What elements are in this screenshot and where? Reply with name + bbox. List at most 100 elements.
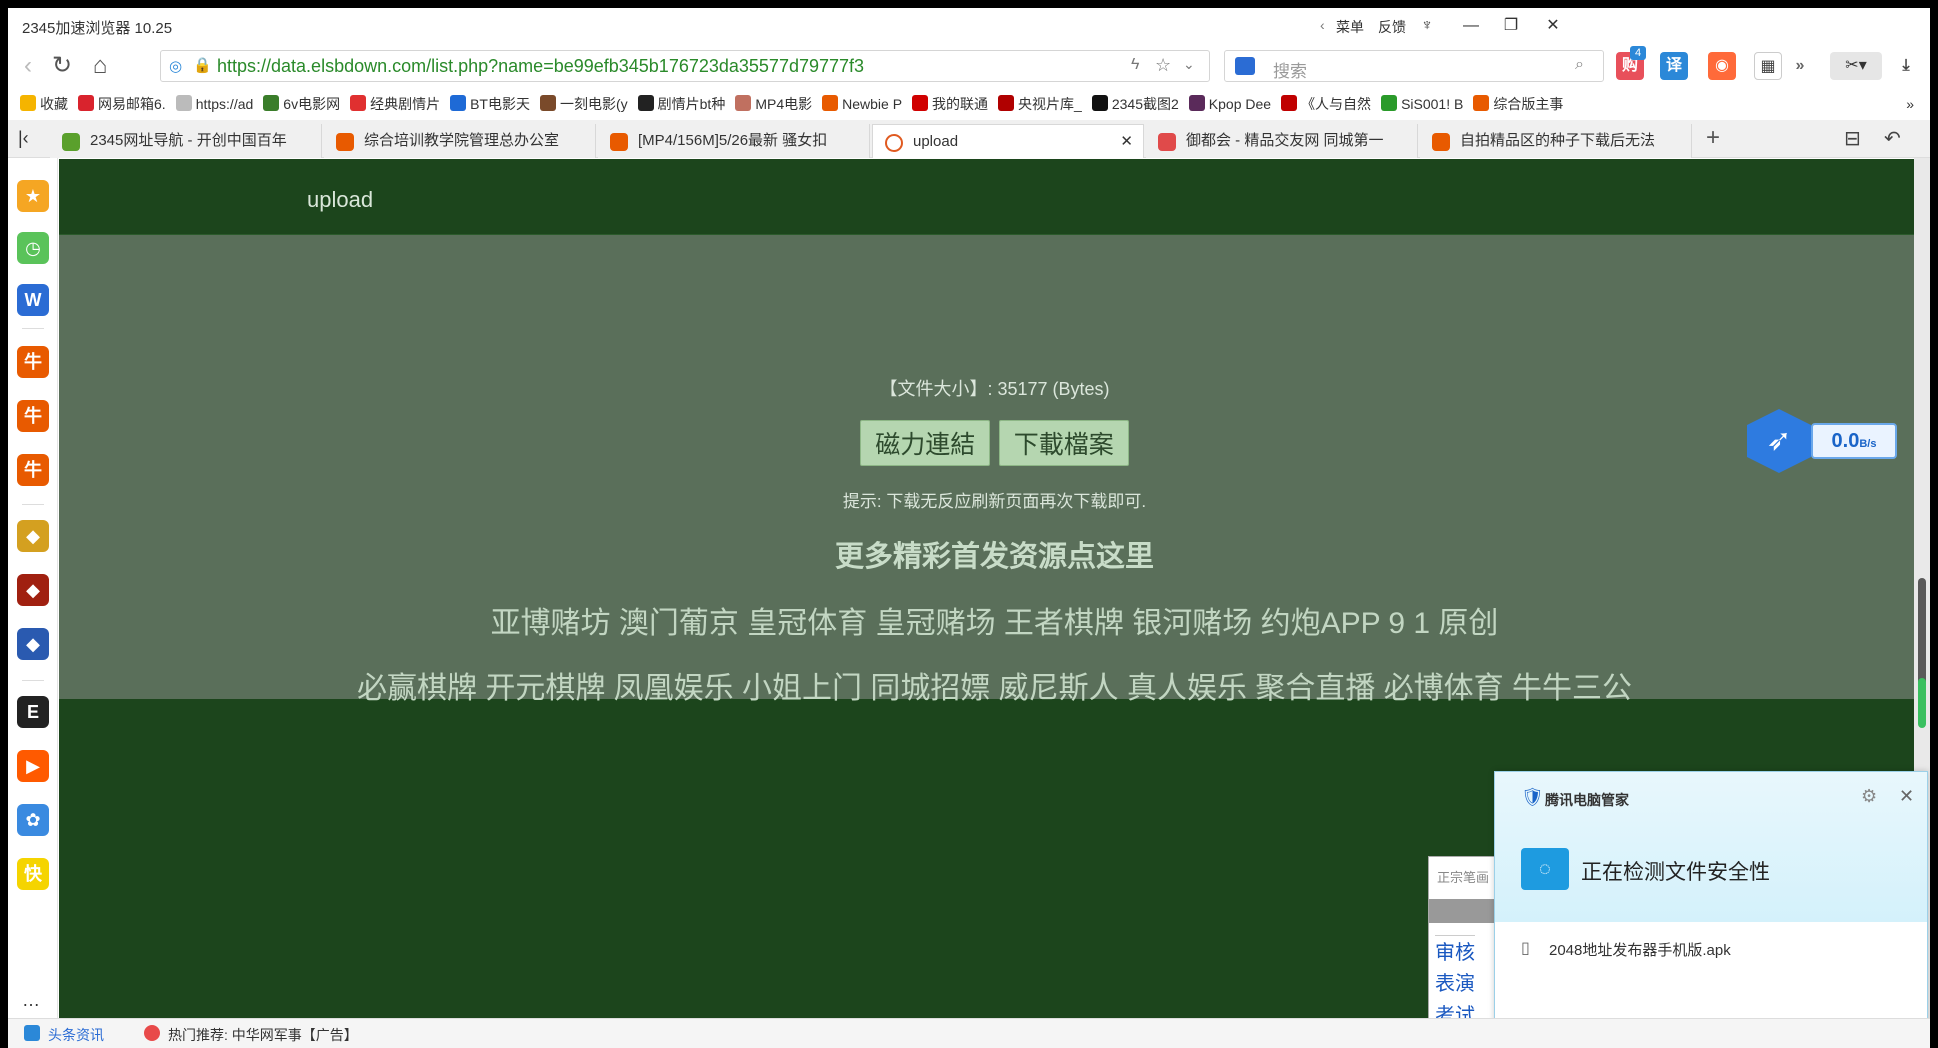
search-box[interactable]: 搜索 ⌕	[1224, 50, 1604, 82]
home-button[interactable]: ⌂	[84, 50, 116, 82]
game-icon[interactable]: ◆	[17, 628, 49, 660]
bookmark-4[interactable]: 经典剧情片	[350, 88, 440, 120]
newbie-icon	[1473, 95, 1490, 112]
hot-recommend-link[interactable]: 热门推荐: 中华网军事【广告】	[168, 1025, 358, 1045]
bookmark-label: 6v电影网	[283, 96, 341, 112]
game-icon[interactable]: ◆	[17, 520, 49, 552]
chevron-left-icon[interactable]: ‹	[1320, 17, 1325, 33]
search-icon[interactable]: ⌕	[1575, 56, 1584, 74]
skin-icon[interactable]: ♆	[1412, 14, 1442, 38]
reload-button[interactable]: ↻	[46, 50, 78, 82]
download-icon[interactable]: ⤓	[1892, 52, 1920, 80]
speed-widget[interactable]: 0.0B/s ➶	[1743, 403, 1903, 483]
bookmark-16[interactable]: 综合版主事	[1473, 88, 1563, 120]
unicom-icon	[912, 95, 929, 112]
news-link[interactable]: 头条资讯	[48, 1025, 104, 1045]
partial-row-2[interactable]: 表演	[1435, 967, 1475, 996]
feedback-button[interactable]: 反馈	[1378, 17, 1406, 37]
chevron-down-icon[interactable]: ⌄	[1183, 56, 1195, 73]
tab-close-icon[interactable]: ✕	[1120, 125, 1133, 158]
bookmarks-bar: 收藏 网易邮箱6. https://ad 6v电影网 经典剧情片 BT电影天 一刻电影(y 剧…	[8, 88, 1930, 120]
newbie-icon[interactable]: 牛	[17, 400, 49, 432]
scroll-indicator	[1918, 678, 1926, 728]
restore-button[interactable]: ❐	[1496, 14, 1526, 38]
tab-label: 自拍精品区的种子下载后无法	[1460, 132, 1656, 149]
sidebar-divider	[22, 680, 44, 681]
close-button[interactable]: ✕	[1538, 14, 1568, 38]
magnet-link-button[interactable]: 磁力連結	[860, 420, 991, 466]
download-file-button[interactable]: 下載檔案	[998, 420, 1129, 466]
screenshot-scissors-icon[interactable]: ✂▾	[1830, 52, 1882, 80]
kpop-icon	[1188, 95, 1205, 112]
bookmark-1[interactable]: 网易邮箱6.	[78, 88, 166, 120]
translate-icon[interactable]: 译	[1660, 52, 1688, 80]
ad-links-line-2[interactable]: 必赢棋牌 开元棋牌 凤凰娱乐 小姐上门 同城招嫖 威尼斯人 真人娱乐 聚合直播 …	[59, 663, 1930, 707]
apps-grid-icon[interactable]: ▦	[1754, 52, 1782, 80]
kuaishou-icon[interactable]: 快	[17, 858, 49, 890]
tab-4[interactable]: 御都会 - 精品交友网 同城第一	[1146, 124, 1418, 158]
tab-2[interactable]: [MP4/156M]5/26最新 骚女扣	[598, 124, 870, 158]
bookmark-14[interactable]: 《人与自然	[1281, 88, 1371, 120]
bookmarks-overflow-icon[interactable]: »	[1906, 88, 1914, 120]
bookmark-label: 一刻电影(y	[559, 96, 628, 112]
menu-button[interactable]: 菜单	[1336, 17, 1364, 37]
close-icon[interactable]: ✕	[1899, 786, 1914, 807]
more-chevron-icon[interactable]: »	[1786, 52, 1814, 80]
font-icon[interactable]: E	[17, 696, 49, 728]
back-button[interactable]: ‹	[12, 50, 44, 82]
tab-0[interactable]: 2345网址导航 - 开创中国百年	[50, 124, 322, 158]
baidu-netdisk-icon[interactable]: ✿	[17, 804, 49, 836]
search-engine-icon[interactable]	[1235, 57, 1255, 75]
settings-gear-icon[interactable]: ⚙	[1861, 786, 1877, 807]
video-app-icon[interactable]: ▶	[17, 750, 49, 782]
bookmark-2[interactable]: https://ad	[175, 88, 253, 120]
tab-5[interactable]: 自拍精品区的种子下载后无法	[1420, 124, 1692, 158]
file-size-text: 【文件大小】: 35177 (Bytes)	[879, 379, 1110, 399]
search-input[interactable]: 搜索	[1273, 57, 1307, 82]
site-title[interactable]: upload	[307, 187, 373, 213]
word-doc-icon[interactable]: W	[17, 284, 49, 316]
status-bar: 头条资讯 热门推荐: 中华网军事【广告】	[8, 1018, 1930, 1048]
page-icon	[175, 95, 192, 112]
lightning-icon[interactable]: ϟ	[1131, 56, 1139, 74]
game-controller-icon[interactable]: ◉	[1708, 52, 1736, 80]
bookmark-9[interactable]: Newbie P	[822, 88, 902, 120]
bookmark-11[interactable]: 央视片库_	[998, 88, 1082, 120]
undo-close-icon[interactable]: ↶	[1884, 126, 1901, 151]
bookmark-5[interactable]: BT电影天	[450, 88, 530, 120]
address-bar[interactable]: ◎ 🔒 https://data.elsbdown.com/list.php?n…	[160, 50, 1210, 82]
bookmark-label: 综合版主事	[1493, 96, 1564, 112]
bookmark-6[interactable]: 一刻电影(y	[539, 88, 628, 120]
sidebar-divider	[22, 504, 44, 505]
tab-3[interactable]: upload ✕	[872, 124, 1144, 158]
bookmark-15[interactable]: SiS001! B	[1381, 88, 1463, 120]
ad-links-line-1[interactable]: 亚博赌坊 澳门葡京 皇冠体育 皇冠赌场 王者棋牌 银河赌场 约炮APP 9 1 …	[59, 598, 1930, 642]
newbie-icon[interactable]: 牛	[17, 454, 49, 486]
game-icon[interactable]: ◆	[17, 574, 49, 606]
bookmark-0[interactable]: 收藏	[20, 88, 68, 120]
new-tab-button[interactable]: +	[1706, 124, 1720, 152]
tab-list-icon[interactable]: ⊟	[1844, 126, 1861, 151]
tab-1[interactable]: 综合培训教学院管理总办公室	[324, 124, 596, 158]
more-resources-link[interactable]: 更多精彩首发资源点这里	[59, 533, 1930, 575]
bookmark-13[interactable]: Kpop Dee	[1188, 88, 1271, 120]
minimize-button[interactable]: —	[1456, 14, 1486, 38]
tab-favicon-icon	[1432, 133, 1450, 151]
sidebar-divider	[22, 328, 44, 329]
sidebar-more-icon[interactable]: …	[22, 990, 40, 1011]
movie-icon	[263, 95, 280, 112]
favorites-icon[interactable]: ★	[17, 180, 49, 212]
bookmark-12[interactable]: 2345截图2	[1091, 88, 1179, 120]
bookmark-3[interactable]: 6v电影网	[263, 88, 340, 120]
cctv-icon	[998, 95, 1015, 112]
sidebar-toggle-icon[interactable]: |‹	[18, 128, 29, 149]
star-icon[interactable]: ☆	[1155, 55, 1171, 76]
bookmark-7[interactable]: 剧情片bt种	[637, 88, 725, 120]
url-text[interactable]: https://data.elsbdown.com/list.php?name=…	[217, 56, 864, 77]
bookmark-8[interactable]: MP4电影	[735, 88, 812, 120]
history-icon[interactable]: ◷	[17, 232, 49, 264]
newbie-icon[interactable]: 牛	[17, 346, 49, 378]
bookmark-label: BT电影天	[470, 96, 530, 112]
partial-row-1[interactable]: 审核	[1435, 935, 1475, 965]
bookmark-10[interactable]: 我的联通	[912, 88, 988, 120]
